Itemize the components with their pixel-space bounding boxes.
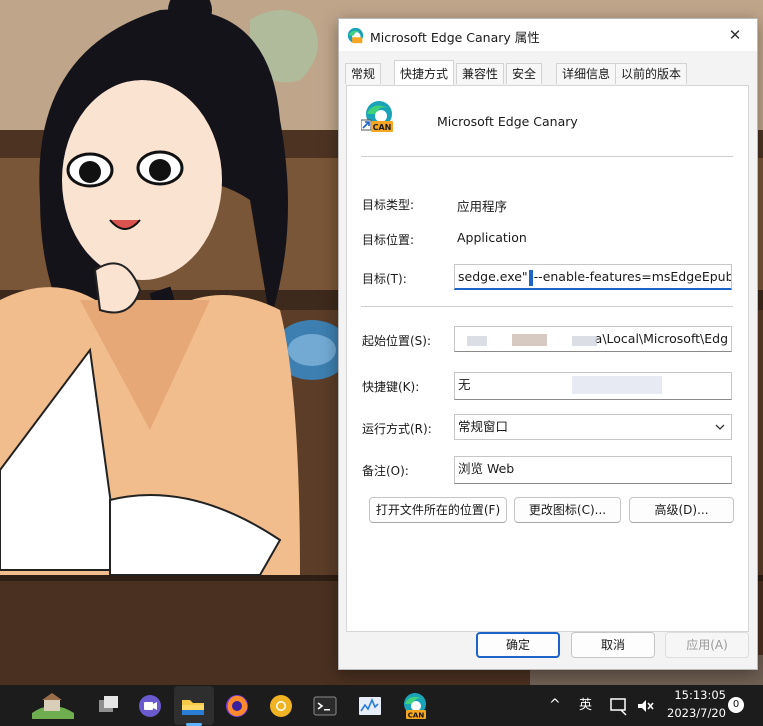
widgets-icon[interactable] — [30, 691, 76, 721]
target-input[interactable]: sedge.exe" --enable-features=msEdgeEpubRe… — [454, 264, 732, 290]
target-type-label: 目标类型: — [362, 198, 415, 212]
comment-label: 备注(O): — [362, 464, 409, 478]
taskbar: CAN ^ 英 15:13:05 2023/7/20 0 — [0, 685, 763, 726]
taskbar-icon-badge: CAN — [408, 712, 425, 720]
tab-shortcut[interactable]: 快捷方式 — [394, 60, 455, 85]
notification-badge[interactable]: 0 — [728, 697, 744, 713]
redacted-patch — [572, 376, 662, 394]
chevron-down-icon — [715, 424, 725, 430]
tab-previous-versions[interactable]: 以前的版本 — [615, 63, 688, 84]
change-icon-button[interactable]: 更改图标(C)... — [514, 497, 621, 523]
performance-monitor-icon[interactable] — [355, 691, 385, 721]
start-in-label: 起始位置(S): — [362, 334, 432, 348]
app-icon-badge: CAN — [373, 123, 392, 132]
open-file-location-button[interactable]: 打开文件所在的位置(F) — [369, 497, 507, 523]
comment-input[interactable]: 浏览 Web — [454, 456, 732, 484]
redacted-patch — [467, 336, 487, 346]
terminal-icon[interactable] — [310, 691, 340, 721]
edge-canary-icon — [347, 27, 364, 44]
target-location-value: Application — [457, 230, 527, 245]
start-in-value: a\Local\Microsoft\Edg — [594, 331, 728, 346]
run-select[interactable]: 常规窗口 — [454, 414, 732, 440]
cancel-button[interactable]: 取消 — [571, 632, 655, 658]
volume-muted-icon[interactable] — [635, 696, 655, 716]
advanced-button[interactable]: 高级(D)... — [629, 497, 734, 523]
apply-button[interactable]: 应用(A) — [665, 632, 749, 658]
dialog-title: Microsoft Edge Canary 属性 — [370, 30, 540, 45]
edge-canary-shortcut-icon: CAN — [361, 101, 393, 132]
app-name: Microsoft Edge Canary — [437, 114, 578, 129]
input-method-indicator[interactable]: 英 — [579, 685, 592, 726]
ok-button[interactable]: 确定 — [476, 632, 560, 658]
firefox-icon[interactable] — [222, 691, 252, 721]
file-explorer-icon[interactable] — [178, 691, 208, 721]
target-label: 目标(T): — [362, 272, 407, 286]
target-location-label: 目标位置: — [362, 233, 415, 247]
target-type-value: 应用程序 — [457, 199, 508, 214]
shortcut-key-label: 快捷键(K): — [362, 380, 420, 394]
clock-date[interactable]: 2023/7/20 — [660, 706, 726, 720]
clock-time[interactable]: 15:13:05 — [672, 688, 726, 702]
comment-value: 浏览 Web — [458, 461, 515, 476]
target-text-after-caret: --enable-features=msEdgeEpubRea — [533, 269, 731, 284]
chrome-canary-icon[interactable] — [266, 691, 296, 721]
text-caret — [528, 269, 533, 286]
redacted-patch — [572, 336, 597, 346]
shortcut-key-value: 无 — [458, 377, 471, 392]
teams-chat-icon[interactable] — [135, 691, 165, 721]
show-hidden-icons-button[interactable]: ^ — [549, 685, 561, 726]
edge-canary-taskbar-icon[interactable]: CAN — [400, 691, 430, 721]
task-view-icon[interactable] — [94, 691, 124, 721]
close-button[interactable]: ✕ — [713, 19, 757, 51]
separator — [361, 156, 733, 157]
run-select-value: 常规窗口 — [458, 419, 509, 434]
separator — [361, 306, 733, 307]
tab-compatibility[interactable]: 兼容性 — [456, 63, 505, 84]
tab-general[interactable]: 常规 — [345, 63, 382, 84]
shortcut-tab-page: CAN Microsoft Edge Canary 目标类型: 应用程序 目标位… — [346, 85, 749, 632]
tab-details[interactable]: 详细信息 — [556, 63, 617, 84]
run-label: 运行方式(R): — [362, 422, 432, 436]
tab-security[interactable]: 安全 — [506, 63, 543, 84]
properties-dialog: Microsoft Edge Canary 属性 ✕ 常规 快捷方式 兼容性 安… — [338, 18, 758, 670]
target-text-before-caret: sedge.exe" — [458, 269, 528, 284]
redacted-patch — [512, 334, 547, 346]
screen-snip-icon[interactable] — [609, 696, 629, 716]
title-bar[interactable]: Microsoft Edge Canary 属性 ✕ — [339, 19, 757, 51]
